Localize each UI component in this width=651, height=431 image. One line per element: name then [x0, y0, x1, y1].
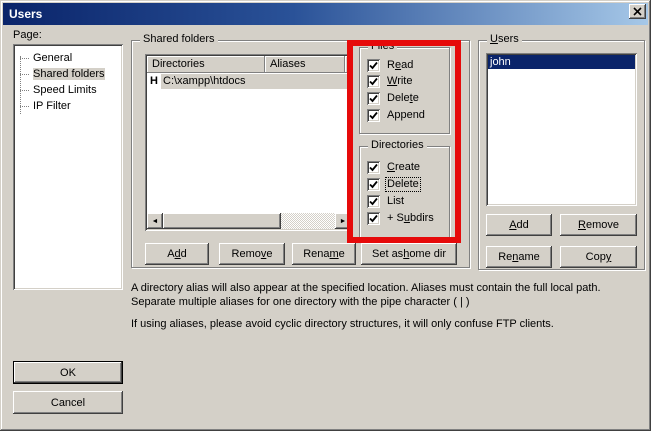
directory-row[interactable]: H C:\xampp\htdocs: [147, 74, 351, 89]
set-as-home-dir-button[interactable]: Set as home dir: [361, 243, 457, 265]
check-icon: [369, 180, 378, 189]
users-dialog: Users Page: General Shared folders Speed…: [0, 0, 651, 431]
page-item-shared-folders[interactable]: Shared folders: [17, 66, 121, 82]
scroll-right-button[interactable]: ►: [335, 213, 351, 229]
checkbox-checked[interactable]: [367, 92, 380, 105]
home-marker: H: [147, 74, 161, 89]
window-title: Users: [9, 7, 42, 21]
check-icon: [369, 94, 378, 103]
directory-path: C:\xampp\htdocs: [161, 74, 351, 89]
ok-button[interactable]: OK: [13, 361, 123, 384]
check-icon: [369, 197, 378, 206]
user-add-button[interactable]: Add: [486, 214, 552, 236]
page-tree: General Shared folders Speed Limits IP F…: [13, 44, 123, 290]
dirs-subdirs-checkbox-row[interactable]: + Subdirs: [367, 211, 435, 225]
checkbox-checked[interactable]: [367, 75, 380, 88]
user-rename-button[interactable]: Rename: [486, 246, 552, 268]
files-group-label: Files: [368, 40, 397, 53]
user-remove-button[interactable]: Remove: [560, 214, 637, 236]
page-label: Page:: [13, 29, 42, 41]
checkbox-checked[interactable]: [367, 178, 380, 191]
alias-note-1: A directory alias will also appear at th…: [131, 281, 645, 309]
scrollbar-thumb[interactable]: [163, 213, 281, 229]
dirs-delete-checkbox-row[interactable]: Delete: [367, 177, 420, 191]
checkbox-checked[interactable]: [367, 161, 380, 174]
check-icon: [369, 163, 378, 172]
cancel-button[interactable]: Cancel: [13, 391, 123, 414]
scrollbar-track[interactable]: [281, 213, 335, 229]
close-button[interactable]: [629, 4, 646, 19]
checkbox-checked[interactable]: [367, 59, 380, 72]
scroll-left-icon: ◄: [152, 218, 159, 225]
directories-listview: Directories Aliases H C:\xampp\htdocs ◄ …: [145, 54, 353, 231]
folder-add-button[interactable]: Add: [145, 243, 209, 265]
checkbox-checked[interactable]: [367, 195, 380, 208]
dirs-list-checkbox-row[interactable]: List: [367, 194, 405, 208]
listview-header: Directories Aliases: [147, 56, 351, 73]
files-read-checkbox-row[interactable]: Read: [367, 58, 414, 72]
column-header-filler: [345, 56, 351, 73]
users-group-label: Users: [487, 33, 522, 46]
shared-folders-group-label: Shared folders: [140, 33, 218, 46]
files-delete-checkbox-row[interactable]: Delete: [367, 91, 420, 105]
check-icon: [369, 111, 378, 120]
page-item-ip-filter[interactable]: IP Filter: [17, 98, 121, 114]
page-item-general[interactable]: General: [17, 50, 121, 66]
checkbox-checked[interactable]: [367, 109, 380, 122]
directories-group-label: Directories: [368, 139, 427, 152]
alias-note-2: If using aliases, please avoid cyclic di…: [131, 317, 645, 331]
files-write-checkbox-row[interactable]: Write: [367, 74, 413, 88]
users-listbox[interactable]: john: [486, 53, 637, 206]
page-item-speed-limits[interactable]: Speed Limits: [17, 82, 121, 98]
column-header-aliases[interactable]: Aliases: [265, 56, 345, 73]
checkbox-checked[interactable]: [367, 212, 380, 225]
scroll-left-button[interactable]: ◄: [147, 213, 163, 229]
user-item-john[interactable]: john: [488, 55, 635, 69]
user-copy-button[interactable]: Copy: [560, 246, 637, 268]
close-icon: [633, 7, 642, 16]
alias-notes: A directory alias will also appear at th…: [131, 281, 645, 339]
scroll-right-icon: ►: [340, 218, 347, 225]
dirs-create-checkbox-row[interactable]: Create: [367, 160, 421, 174]
titlebar[interactable]: Users: [3, 3, 648, 25]
check-icon: [369, 61, 378, 70]
horizontal-scrollbar[interactable]: ◄ ►: [147, 213, 351, 229]
folder-rename-button[interactable]: Rename: [292, 243, 356, 265]
check-icon: [369, 77, 378, 86]
folder-remove-button[interactable]: Remove: [219, 243, 285, 265]
column-header-directories[interactable]: Directories: [147, 56, 265, 73]
files-append-checkbox-row[interactable]: Append: [367, 108, 426, 122]
check-icon: [369, 214, 378, 223]
